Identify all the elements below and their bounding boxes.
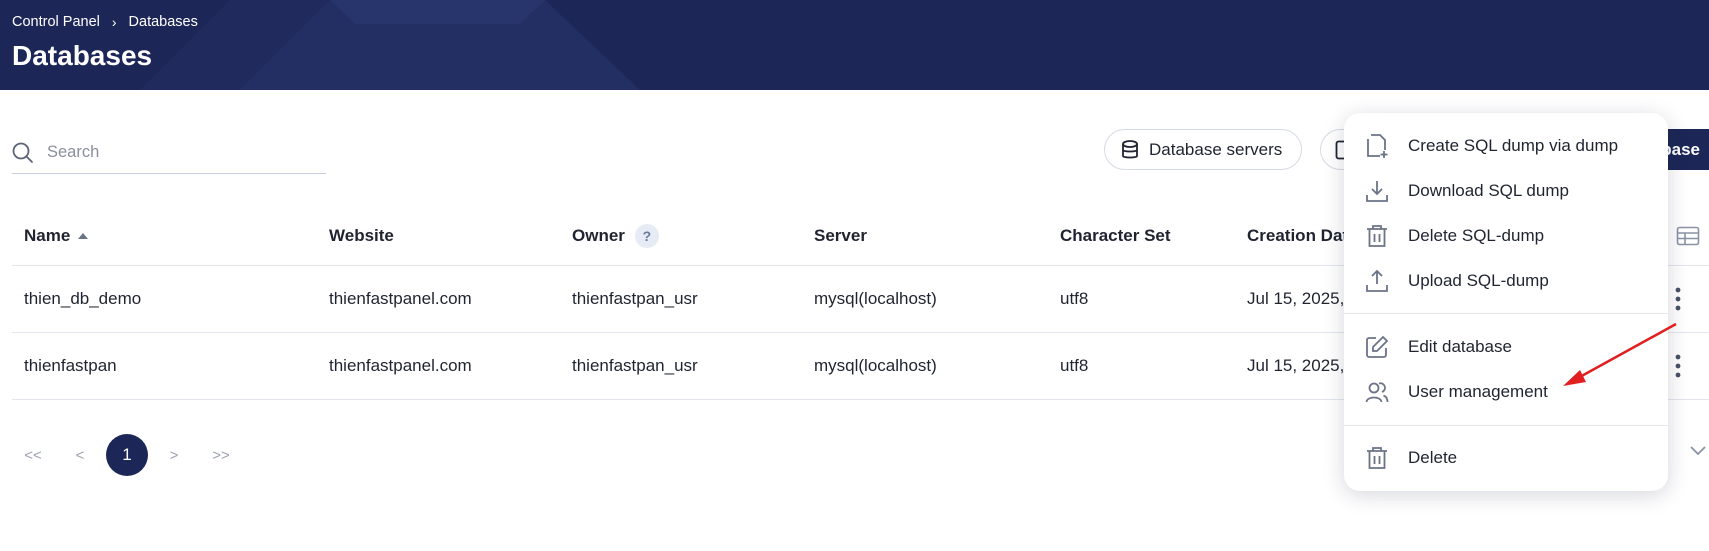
menu-item-user-management[interactable]: User management	[1344, 371, 1668, 413]
last-page-button[interactable]: >>	[200, 434, 242, 476]
row-actions-menu: Create SQL dump via dump Download SQL du…	[1344, 113, 1668, 491]
cell-server: mysql(localhost)	[814, 289, 937, 308]
database-servers-button[interactable]: Database servers	[1104, 129, 1302, 170]
cell-website: thienfastpanel.com	[329, 289, 472, 308]
breadcrumb-control-panel[interactable]: Control Panel	[12, 14, 100, 30]
pagination: << < 1 > >>	[12, 434, 247, 476]
breadcrumb: Control Panel › Databases	[12, 14, 198, 30]
breadcrumb-databases: Databases	[128, 14, 198, 30]
menu-divider	[1344, 425, 1668, 426]
row-actions-icon[interactable]	[1675, 266, 1681, 332]
edit-icon	[1364, 334, 1390, 360]
page-header: Control Panel › Databases Databases	[0, 0, 1709, 90]
help-icon[interactable]: ?	[634, 223, 659, 248]
cell-name[interactable]: thien_db_demo	[24, 266, 141, 332]
cell-name[interactable]: thienfastpan	[24, 333, 117, 399]
sort-asc-icon	[78, 232, 89, 239]
cell-creation-date: Jul 15, 2025,	[1247, 289, 1345, 308]
upload-icon	[1364, 268, 1390, 294]
menu-item-label: Upload SQL-dump	[1408, 271, 1549, 290]
menu-item-label: Edit database	[1408, 337, 1512, 356]
column-header-owner[interactable]: Owner ?	[572, 206, 659, 265]
chevron-down-icon[interactable]	[1690, 446, 1706, 456]
column-header-name[interactable]: Name	[24, 206, 89, 265]
column-header-creation-date[interactable]: Creation Dat	[1247, 206, 1348, 265]
menu-item-label: Delete	[1408, 448, 1458, 467]
menu-divider	[1344, 313, 1668, 314]
search-icon	[12, 142, 33, 163]
users-icon	[1364, 379, 1390, 405]
menu-item-label: Delete SQL-dump	[1408, 226, 1545, 245]
cell-owner: thienfastpan_usr	[572, 356, 698, 375]
column-header-character-set[interactable]: Character Set	[1060, 206, 1171, 265]
search-input[interactable]	[47, 143, 297, 162]
search-box	[12, 132, 326, 174]
trash-icon	[1364, 445, 1390, 471]
file-plus-icon	[1364, 133, 1390, 159]
trash-icon	[1364, 223, 1390, 249]
column-header-server[interactable]: Server	[814, 206, 867, 265]
menu-item-download-sql-dump[interactable]: Download SQL dump	[1344, 170, 1668, 212]
cell-server: mysql(localhost)	[814, 356, 937, 375]
database-servers-label: Database servers	[1149, 139, 1283, 159]
columns-settings-icon[interactable]	[1676, 206, 1700, 265]
chevron-right-icon: ›	[111, 14, 117, 30]
menu-item-create-sql-dump[interactable]: Create SQL dump via dump	[1344, 125, 1668, 167]
page-button-current[interactable]: 1	[106, 434, 148, 476]
database-icon	[1122, 139, 1138, 158]
menu-item-delete[interactable]: Delete	[1344, 437, 1668, 479]
menu-item-label: User management	[1408, 382, 1548, 401]
download-icon	[1364, 178, 1390, 204]
menu-item-upload-sql-dump[interactable]: Upload SQL-dump	[1344, 260, 1668, 302]
menu-item-label: Download SQL dump	[1408, 181, 1569, 200]
column-label: Owner	[572, 225, 625, 245]
cell-owner: thienfastpan_usr	[572, 289, 698, 308]
menu-item-delete-sql-dump[interactable]: Delete SQL-dump	[1344, 215, 1668, 257]
row-actions-icon[interactable]	[1675, 333, 1681, 399]
cell-character-set: utf8	[1060, 356, 1089, 375]
menu-item-edit-database[interactable]: Edit database	[1344, 326, 1668, 368]
first-page-button[interactable]: <<	[12, 434, 54, 476]
cell-character-set: utf8	[1060, 289, 1089, 308]
menu-item-label: Create SQL dump via dump	[1408, 136, 1619, 155]
prev-page-button[interactable]: <	[59, 434, 101, 476]
column-header-website[interactable]: Website	[329, 206, 394, 265]
column-label: Name	[24, 225, 71, 245]
next-page-button[interactable]: >	[153, 434, 195, 476]
cell-website: thienfastpanel.com	[329, 356, 472, 375]
page-title: Databases	[12, 40, 153, 71]
cell-creation-date: Jul 15, 2025,	[1247, 356, 1345, 375]
